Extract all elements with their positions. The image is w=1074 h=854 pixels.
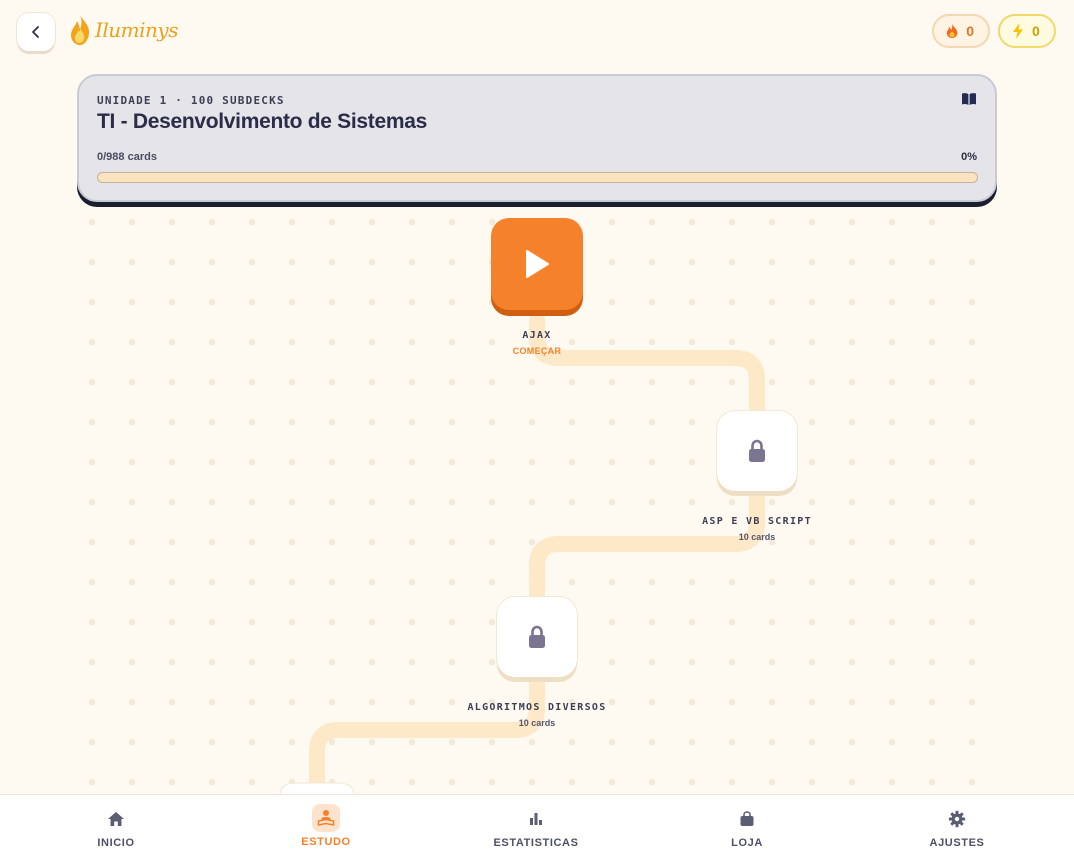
gear-icon (948, 809, 966, 829)
lock-icon (749, 439, 765, 462)
brand-logo[interactable]: Iluminys (68, 12, 178, 48)
lock-icon (529, 625, 545, 648)
nav-item-estatisticas[interactable]: ESTATISTICAS (476, 795, 596, 854)
nav-label: AJUSTES (929, 837, 985, 849)
lesson-title: ASP E VB SCRIPT (702, 516, 812, 527)
energy-counter[interactable]: 0 (998, 14, 1056, 48)
fire-icon (946, 24, 958, 38)
lesson-node-asp-vb-script[interactable] (717, 411, 797, 491)
nav-label: LOJA (731, 837, 763, 849)
lesson-subtitle[interactable]: COMEÇAR (427, 346, 647, 356)
chevron-left-icon (32, 26, 39, 38)
play-icon (526, 250, 549, 278)
flame-logo-icon (71, 15, 90, 45)
lightning-icon (1013, 23, 1023, 39)
study-icon (312, 804, 340, 832)
nav-item-inicio[interactable]: INICIO (56, 795, 176, 854)
book-icon[interactable] (961, 92, 977, 111)
nav-item-ajustes[interactable]: AJUSTES (897, 795, 1017, 854)
lesson-card-count: 10 cards (518, 718, 556, 728)
back-button[interactable] (17, 13, 55, 51)
lesson-title: AJAX (522, 330, 552, 341)
unit-header-card: UNIDADE 1 · 100 SUBDECKS TI - Desenvolvi… (77, 74, 997, 202)
streak-counter[interactable]: 0 (932, 14, 990, 48)
nav-label: ESTUDO (301, 836, 351, 848)
lesson-card-count: 10 cards (738, 532, 776, 542)
lesson-node-algoritmos-diversos[interactable] (497, 597, 577, 677)
unit-progress-text: 0/988 cards (97, 151, 157, 163)
brand-name: Iluminys (95, 18, 178, 42)
bar-chart-icon (529, 809, 543, 829)
nav-item-estudo[interactable]: ESTUDO (266, 795, 386, 854)
unit-progress-bar (97, 172, 978, 183)
lesson-title: ALGORITMOS DIVERSOS (467, 702, 607, 713)
lesson-node-ajax[interactable] (491, 218, 583, 310)
unit-meta: UNIDADE 1 · 100 SUBDECKS (97, 94, 285, 107)
bottom-navigation: INICIO ESTUDO ESTATISTICAS LOJA AJUSTES (0, 794, 1074, 854)
unit-title: TI - Desenvolvimento de Sistemas (97, 110, 428, 133)
streak-value: 0 (966, 23, 974, 39)
home-icon (107, 809, 125, 829)
shopping-bag-icon (739, 809, 755, 829)
nav-item-loja[interactable]: LOJA (687, 795, 807, 854)
unit-progress-percent: 0% (961, 151, 977, 163)
nav-label: ESTATISTICAS (493, 837, 579, 849)
nav-label: INICIO (97, 837, 135, 849)
energy-value: 0 (1032, 23, 1040, 39)
